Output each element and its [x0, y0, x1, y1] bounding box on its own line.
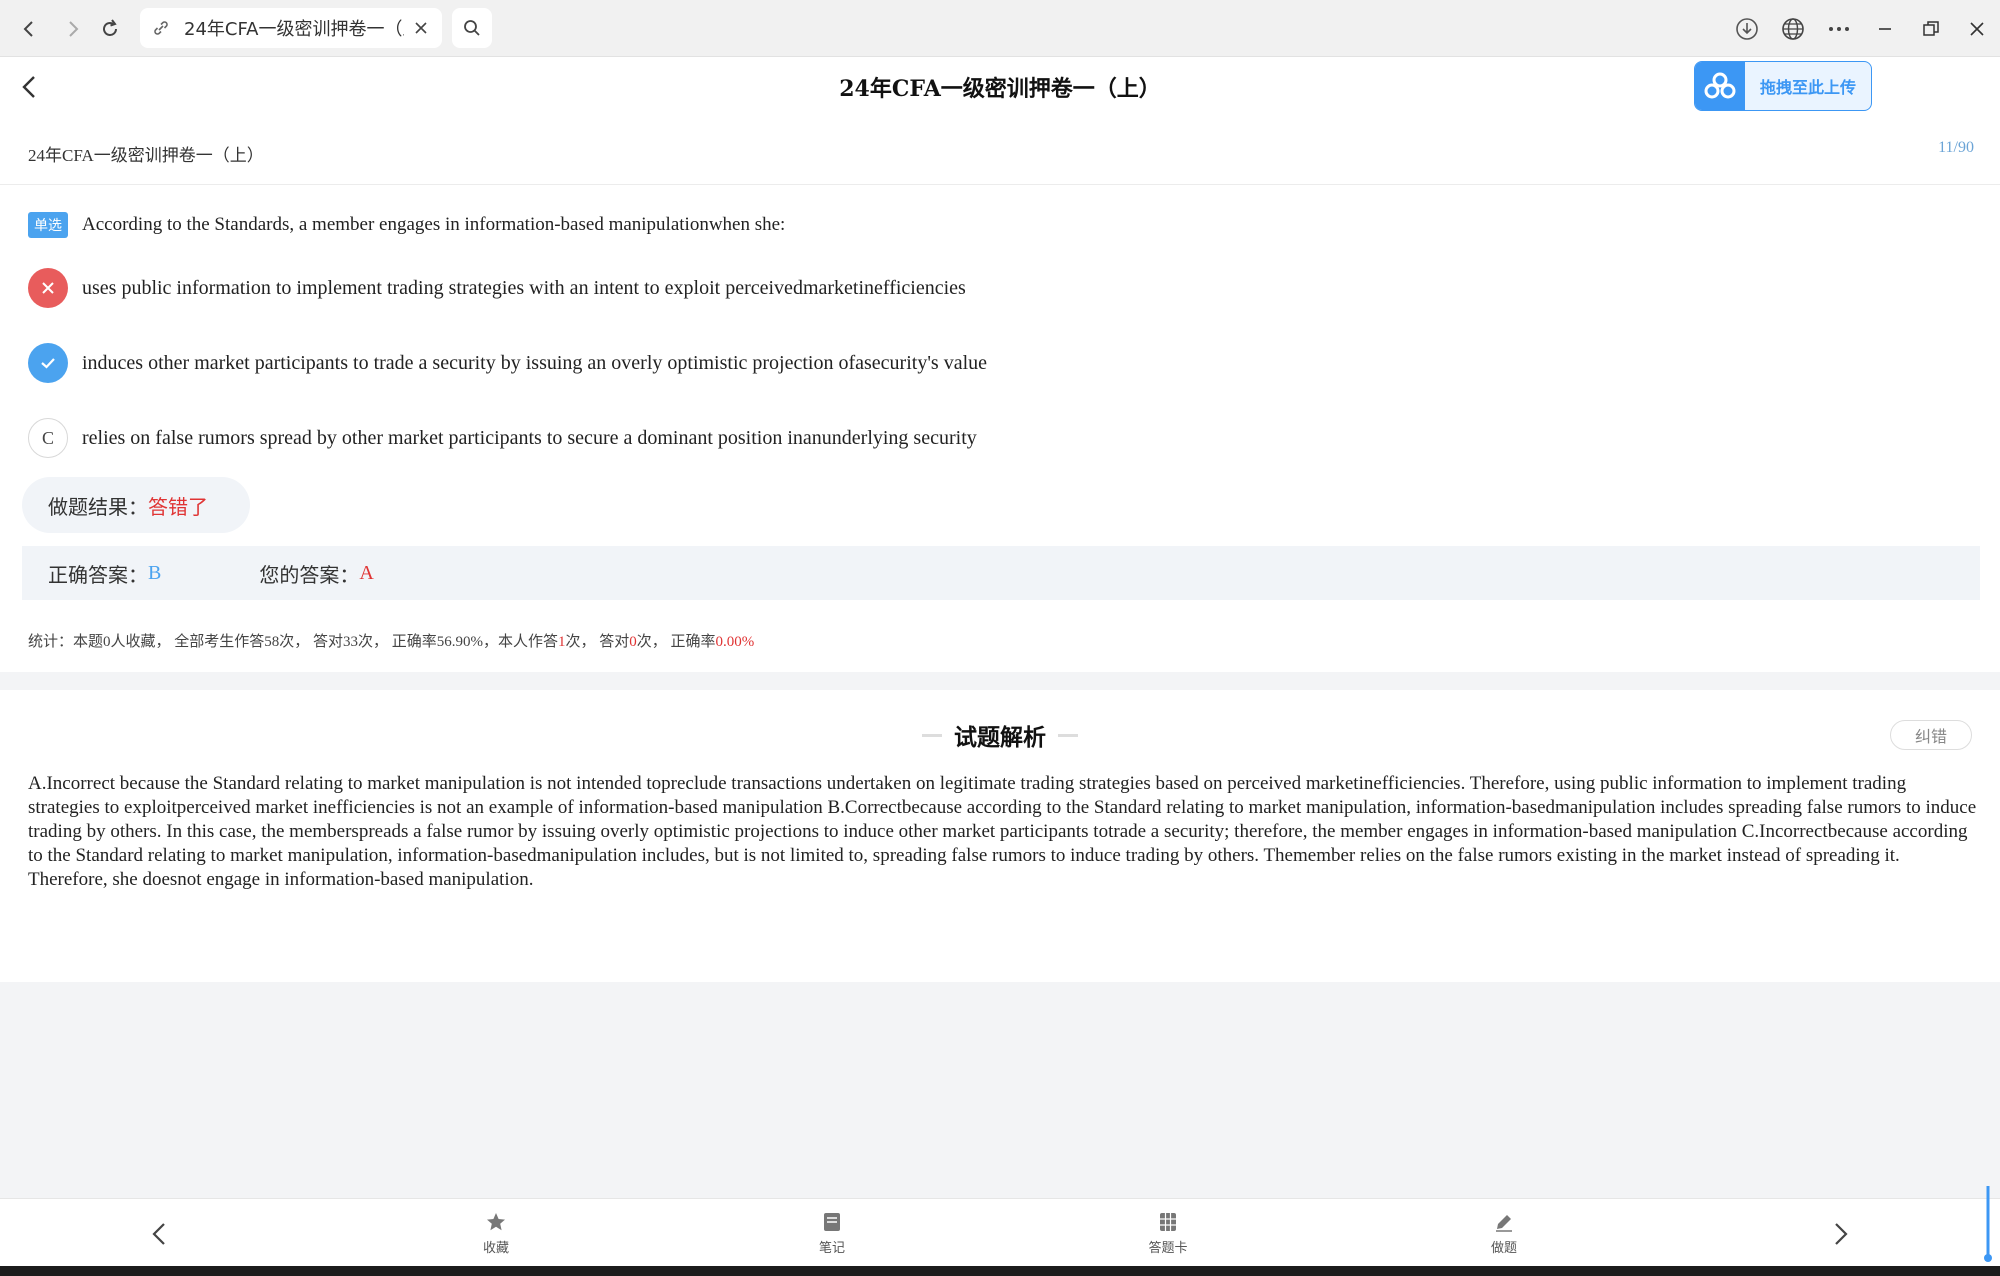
restore-icon	[1923, 21, 1939, 36]
result-label: 做题结果：	[48, 494, 148, 519]
option-b[interactable]: induces other market participants to tra…	[28, 343, 987, 383]
note-icon	[824, 1213, 840, 1231]
chevron-right-icon	[1835, 1223, 1848, 1245]
result-pill: 做题结果： 答错了	[22, 477, 250, 533]
toolbar-label: 做题	[1490, 1241, 1517, 1256]
answer-sheet-button[interactable]: 答题卡	[1128, 1211, 1208, 1256]
section-separator	[0, 672, 2000, 690]
question-stem: 单选 According to the Standards, a member …	[28, 212, 785, 238]
stats-mid2: 次， 正确率	[636, 634, 716, 650]
download-button[interactable]	[1730, 12, 1764, 46]
notes-button[interactable]: 笔记	[792, 1211, 872, 1256]
bottom-toolbar: 收藏 笔记 答题卡 做题	[0, 1198, 2000, 1266]
previous-question-button[interactable]	[144, 1219, 174, 1249]
cloud-upload-icon	[1695, 62, 1745, 110]
pencil-icon	[1496, 1215, 1512, 1232]
grid-icon	[1160, 1213, 1176, 1231]
option-a[interactable]: uses public information to implement tra…	[28, 268, 966, 308]
stats-prefix: 统计：本题0人收藏， 全部考生作答58次， 答对33次， 正确率56.90%，本…	[28, 634, 558, 650]
upload-label: 拖拽至此上传	[1759, 78, 1856, 97]
tab-title: 24年CFA一级密训押卷一（上）	[184, 19, 404, 40]
upload-button[interactable]: 拖拽至此上传	[1694, 61, 1872, 111]
practice-button[interactable]: 做题	[1464, 1211, 1544, 1256]
stats-self-correct: 0	[629, 634, 637, 650]
option-text: uses public information to implement tra…	[82, 276, 966, 299]
wrong-mark-icon	[28, 268, 68, 308]
option-letter: C	[28, 418, 68, 458]
restore-button[interactable]	[1914, 12, 1948, 46]
chevron-left-icon	[23, 21, 33, 37]
tab-close-button[interactable]	[410, 17, 432, 39]
exam-subtitle: 24年CFA一级密训押卷一（上）	[28, 146, 264, 165]
window-close-button[interactable]	[1960, 12, 1994, 46]
globe-button[interactable]	[1776, 12, 1810, 46]
statistics: 统计：本题0人收藏， 全部考生作答58次， 答对33次， 正确率56.90%，本…	[28, 630, 754, 651]
chevron-right-icon	[69, 21, 79, 37]
forward-button[interactable]	[56, 12, 90, 46]
star-icon	[487, 1213, 505, 1231]
question-type-badge: 单选	[28, 212, 68, 238]
empty-area	[0, 982, 2000, 1198]
toolbar-label: 答题卡	[1148, 1241, 1188, 1256]
toolbar-label: 收藏	[482, 1241, 509, 1256]
more-icon	[1829, 27, 1849, 31]
browser-chrome: 24年CFA一级密训押卷一（上）	[0, 0, 2000, 57]
option-c[interactable]: C relies on false rumors spread by other…	[28, 418, 977, 458]
chevron-left-icon	[152, 1223, 165, 1245]
globe-icon	[1782, 18, 1804, 40]
correct-answer-value: B	[148, 561, 162, 584]
analysis-heading: 试题解析	[0, 718, 2000, 752]
result-value: 答错了	[148, 494, 208, 519]
analysis-title: 试题解析	[954, 725, 1046, 751]
browser-tab[interactable]: 24年CFA一级密训押卷一（上）	[140, 8, 442, 48]
your-answer-label: 您的答案：	[259, 562, 360, 587]
app-header: 24年CFA一级密训押卷一（上） 拖拽至此上传 24年CFA一级密训押卷一（上）…	[0, 57, 2000, 175]
scrollbar[interactable]	[1984, 1184, 1992, 1266]
favorite-button[interactable]: 收藏	[456, 1211, 536, 1256]
search-tab-button[interactable]	[452, 8, 492, 48]
stats-self-rate: 0.00%	[715, 634, 755, 650]
divider	[1058, 733, 1078, 737]
link-icon	[154, 21, 168, 35]
download-icon	[1736, 18, 1758, 40]
question-counter: 11/90	[1938, 139, 1974, 156]
analysis-body: A.Incorrect because the Standard relatin…	[28, 773, 1977, 890]
minimize-icon	[1879, 28, 1891, 30]
more-button[interactable]	[1822, 12, 1856, 46]
your-answer-value: A	[359, 561, 374, 584]
stats-self-count: 1	[558, 634, 566, 650]
close-icon	[415, 22, 427, 34]
reload-button[interactable]	[93, 12, 127, 46]
correct-answer-label: 正确答案：	[48, 562, 148, 587]
option-text: induces other market participants to tra…	[82, 351, 988, 374]
divider	[922, 733, 942, 737]
reload-icon	[103, 19, 117, 36]
stats-mid1: 次， 答对	[565, 634, 630, 650]
report-error-button[interactable]: 纠错	[1890, 720, 1972, 750]
minimize-button[interactable]	[1868, 12, 1902, 46]
answer-row: 正确答案： B 您的答案： A	[22, 546, 1980, 600]
search-icon	[464, 20, 480, 36]
window-close-icon	[1970, 22, 1984, 36]
check-mark-icon	[28, 343, 68, 383]
back-button[interactable]	[12, 12, 46, 46]
toolbar-label: 笔记	[818, 1241, 845, 1256]
taskbar-edge	[0, 1266, 2000, 1276]
question-text: According to the Standards, a member eng…	[82, 214, 786, 235]
option-text: relies on false rumors spread by other m…	[82, 426, 977, 449]
next-question-button[interactable]	[1826, 1219, 1856, 1249]
divider	[0, 184, 2000, 185]
